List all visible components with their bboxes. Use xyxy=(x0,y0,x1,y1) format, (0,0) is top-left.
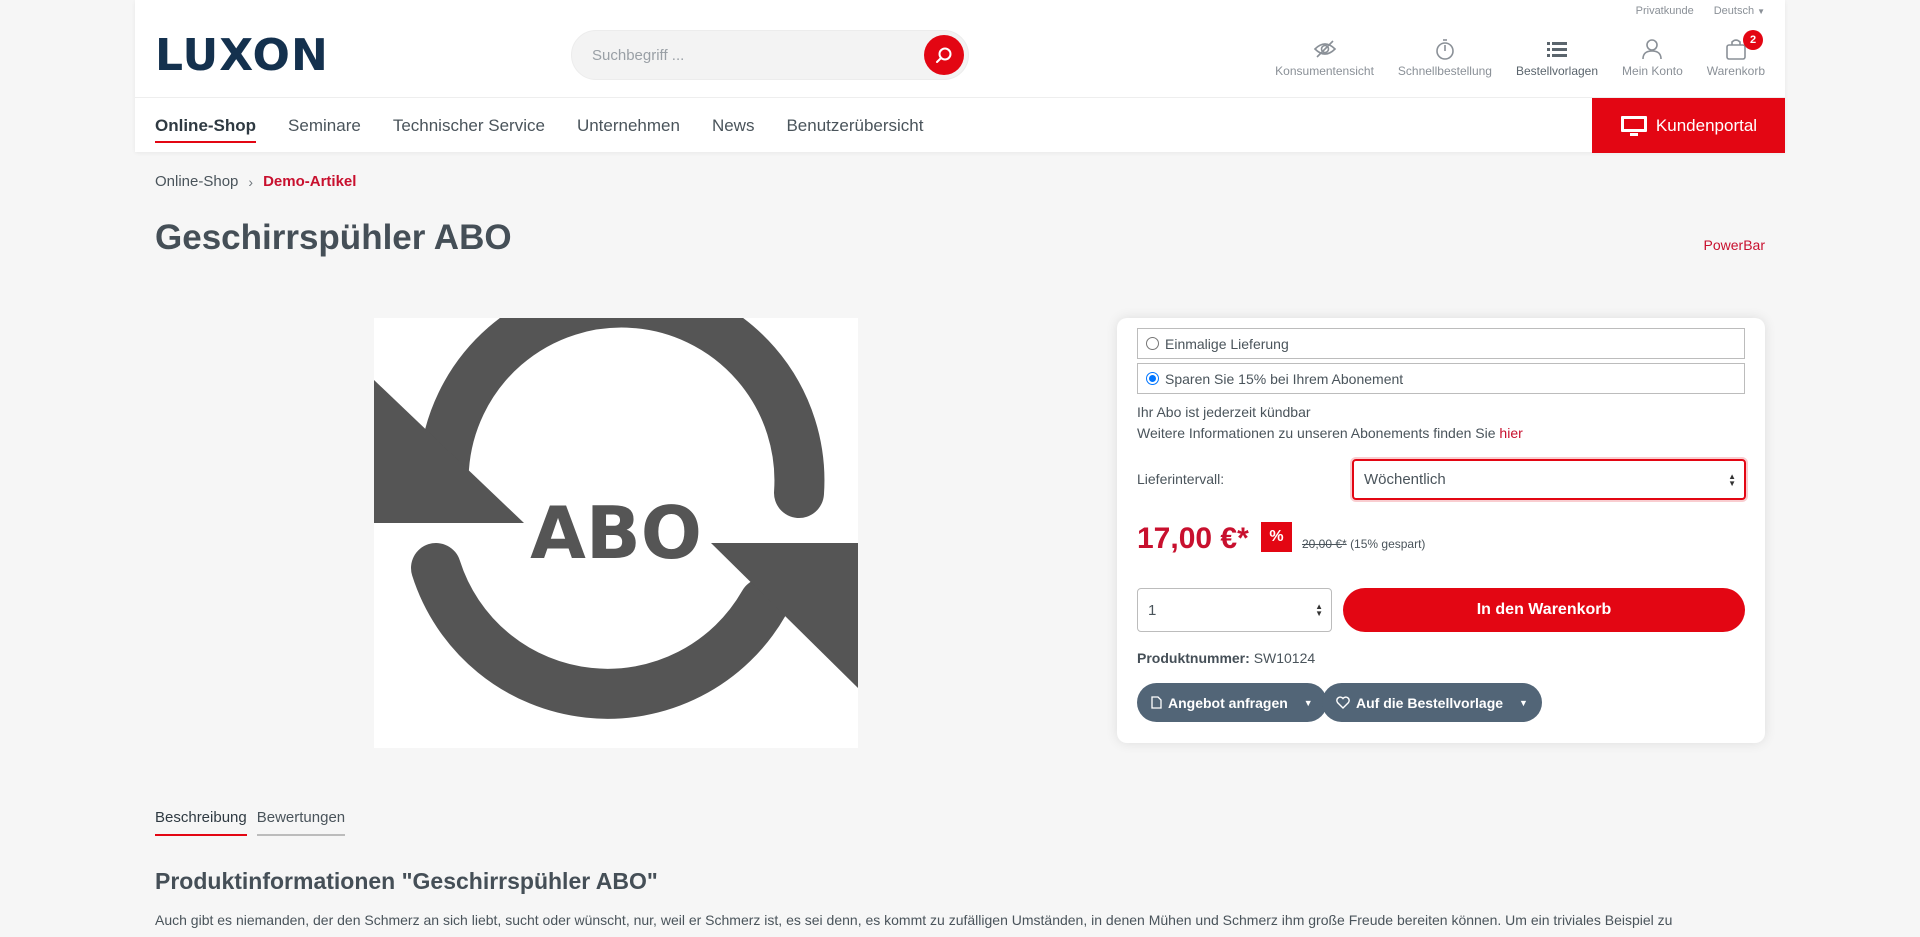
cart-label: Warenkorb xyxy=(1706,64,1765,78)
order-templates-button[interactable]: Bestellvorlagen xyxy=(1516,36,1598,78)
customer-type-switch[interactable]: Privatkunde xyxy=(1636,5,1694,17)
quick-order-label: Schnellbestellung xyxy=(1397,64,1492,78)
select-arrows-icon: ▲ ▼ xyxy=(1728,472,1736,488)
list-icon xyxy=(1547,42,1568,57)
customer-type-label: Privatkunde xyxy=(1635,5,1694,17)
nav-item-technical-service[interactable]: Technischer Service xyxy=(393,98,545,153)
abo-label: ABO xyxy=(530,491,702,575)
nav-item-user-overview[interactable]: Benutzerübersicht xyxy=(786,98,923,153)
old-price: 20,00 €* (15% gespart) xyxy=(1302,537,1425,551)
stopwatch-icon xyxy=(1436,39,1454,60)
search-input[interactable] xyxy=(592,31,922,79)
description-text: Auch gibt es niemanden, der den Schmerz … xyxy=(155,912,1673,928)
interval-select[interactable]: Wöchentlich ▲ ▼ xyxy=(1352,459,1746,500)
wishlist-label: Auf die Bestellvorlage xyxy=(1356,694,1504,711)
breadcrumb: Online-Shop › Demo-Artikel xyxy=(155,173,356,190)
account-button[interactable]: Mein Konto xyxy=(1622,36,1683,78)
consumer-view-label: Konsumentensicht xyxy=(1275,64,1374,78)
subscription-label: Sparen Sie 15% bei Ihrem Abonement xyxy=(1165,370,1404,387)
quantity-select[interactable]: 1 ▲ ▼ xyxy=(1137,588,1332,632)
logo[interactable]: LUXON xyxy=(155,30,329,81)
file-pdf-icon xyxy=(1151,696,1162,709)
language-switch[interactable]: Deutsch ▼ xyxy=(1714,5,1765,17)
consumer-view-button[interactable]: Konsumentensicht xyxy=(1275,36,1374,78)
cart-button[interactable]: 2 Warenkorb xyxy=(1706,30,1765,78)
manufacturer-link[interactable]: PowerBar xyxy=(1704,237,1765,253)
caret-down-icon: ▼ xyxy=(1303,697,1313,708)
discount-badge: % xyxy=(1261,522,1292,552)
add-to-cart-button[interactable]: In den Warenkorb xyxy=(1343,588,1745,632)
price: 17,00 €* xyxy=(1137,522,1249,555)
cart-count-badge: 2 xyxy=(1743,30,1763,50)
delivery-once-option[interactable]: Einmalige Lieferung xyxy=(1137,328,1745,359)
order-templates-label: Bestellvorlagen xyxy=(1515,64,1599,78)
description-title: Produktinformationen "Geschirrspühler AB… xyxy=(155,868,658,894)
subscription-info-link[interactable]: hier xyxy=(1499,425,1522,441)
request-offer-button[interactable]: Angebot anfragen ▼ xyxy=(1137,683,1327,722)
radio-subscription[interactable] xyxy=(1146,372,1159,385)
radio-once[interactable] xyxy=(1146,337,1159,350)
customer-portal-button[interactable]: Kundenportal xyxy=(1592,98,1785,153)
select-arrows-icon: ▲ ▼ xyxy=(1315,602,1323,618)
product-number-label: Produktnummer: xyxy=(1137,650,1250,666)
header-actions: Konsumentensicht Schnellbestellung Beste… xyxy=(1275,30,1765,78)
caret-down-icon: ▼ xyxy=(1519,697,1528,708)
search-icon xyxy=(936,47,952,63)
old-price-value: 20,00 €* xyxy=(1302,537,1347,551)
nav-item-online-shop[interactable]: Online-Shop xyxy=(155,98,257,153)
quantity-value: 1 xyxy=(1148,601,1157,619)
topbar: Privatkunde Deutsch ▼ xyxy=(1636,5,1765,17)
product-image[interactable]: ABO xyxy=(374,277,858,748)
product-number-value: SW10124 xyxy=(1253,650,1316,666)
delivery-once-label: Einmalige Lieferung xyxy=(1165,335,1289,352)
subscription-option[interactable]: Sparen Sie 15% bei Ihrem Abonement xyxy=(1137,363,1745,394)
interval-value: Wöchentlich xyxy=(1364,471,1446,488)
account-label: Mein Konto xyxy=(1622,64,1683,78)
page-title: Geschirrspühler ABO xyxy=(155,218,512,257)
user-icon xyxy=(1642,39,1663,60)
wishlist-button[interactable]: Auf die Bestellvorlage ▼ xyxy=(1322,683,1542,722)
product-tabs: Beschreibung Bewertungen xyxy=(155,809,346,836)
request-offer-label: Angebot anfragen xyxy=(1168,694,1288,711)
nav-item-news[interactable]: News xyxy=(712,98,755,153)
main-nav: Online-Shop Seminare Technischer Service… xyxy=(135,97,1785,153)
customer-portal-label: Kundenportal xyxy=(1655,115,1758,135)
tab-description[interactable]: Beschreibung xyxy=(155,809,247,836)
search-button[interactable] xyxy=(924,35,964,75)
caret-down-icon: ▼ xyxy=(1757,7,1765,16)
nav-item-seminare[interactable]: Seminare xyxy=(288,98,361,153)
nav-items: Online-Shop Seminare Technischer Service… xyxy=(155,98,924,153)
search-bar xyxy=(571,30,969,80)
abo-cycle-icon: ABO xyxy=(374,277,858,719)
quick-order-button[interactable]: Schnellbestellung xyxy=(1398,36,1492,78)
eye-slash-icon xyxy=(1313,40,1336,58)
breadcrumb-parent[interactable]: Online-Shop xyxy=(155,173,238,190)
heart-icon xyxy=(1336,696,1350,709)
portal-monitor-icon xyxy=(1620,115,1647,136)
saving-text: (15% gespart) xyxy=(1350,537,1426,551)
cancel-info: Ihr Abo ist jederzeit kündbar xyxy=(1137,404,1311,420)
buy-box: Einmalige Lieferung Sparen Sie 15% bei I… xyxy=(1117,318,1765,743)
interval-label: Lieferintervall: xyxy=(1137,471,1225,487)
breadcrumb-current[interactable]: Demo-Artikel xyxy=(263,173,356,190)
tab-reviews[interactable]: Bewertungen xyxy=(256,809,346,836)
language-label: Deutsch xyxy=(1713,5,1755,17)
nav-item-company[interactable]: Unternehmen xyxy=(577,98,680,153)
subscription-info-text: Weitere Informationen zu unseren Aboneme… xyxy=(1137,425,1500,441)
chevron-right-icon: › xyxy=(248,173,254,190)
product-number: Produktnummer: SW10124 xyxy=(1137,650,1315,666)
subscription-info: Weitere Informationen zu unseren Aboneme… xyxy=(1137,425,1523,441)
